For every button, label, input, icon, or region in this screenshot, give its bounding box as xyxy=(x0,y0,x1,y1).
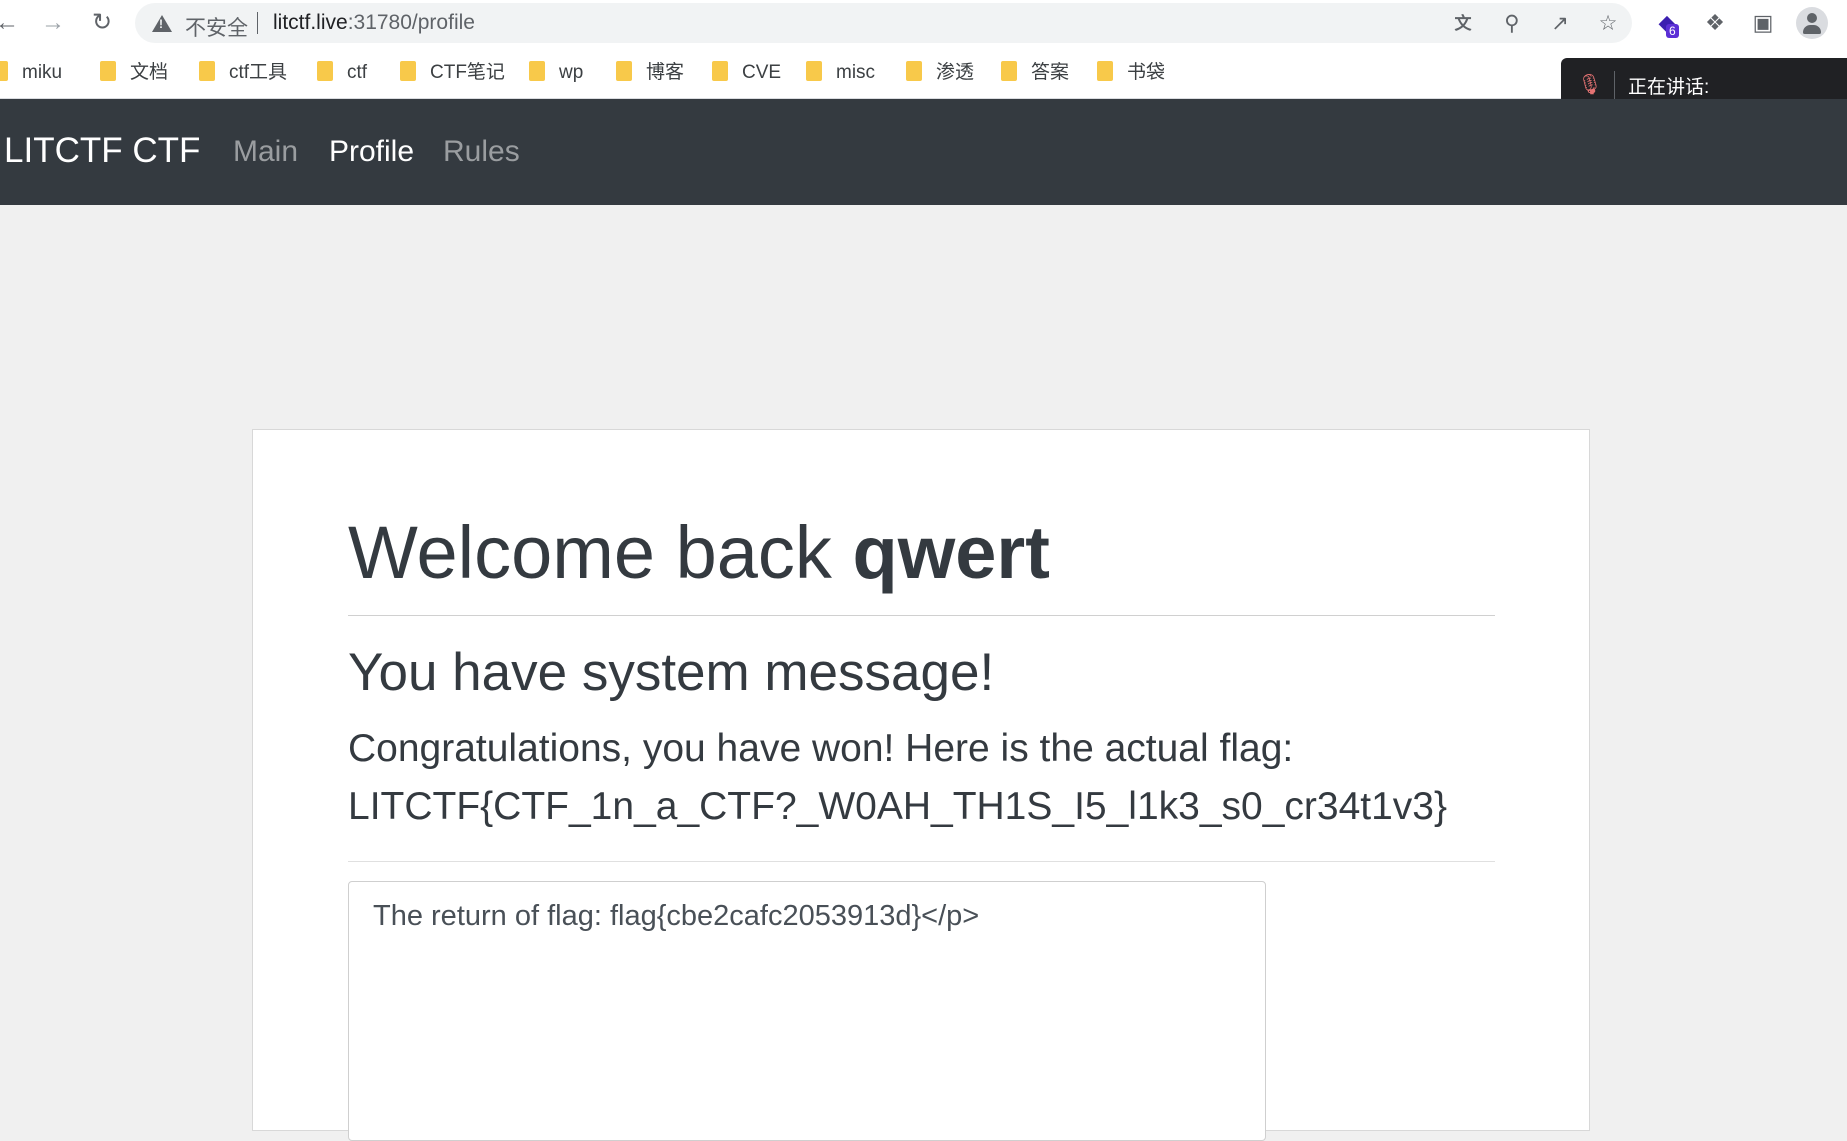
profile-avatar-icon[interactable] xyxy=(1796,7,1828,39)
reload-icon[interactable]: ↻ xyxy=(87,8,117,38)
profile-card: Welcome back qwert You have system messa… xyxy=(252,429,1590,1141)
side-panel-icon[interactable]: ▣ xyxy=(1748,8,1778,38)
bookmark-label: ctf工具 xyxy=(229,62,288,83)
not-secure-icon[interactable] xyxy=(152,15,172,32)
url-text[interactable]: litctf.live:31780/profile xyxy=(273,11,475,35)
share-icon[interactable]: ↗ xyxy=(1547,11,1573,37)
folder-icon xyxy=(199,60,215,81)
brand-link[interactable]: LITCTF CTF xyxy=(4,131,200,171)
zoom-icon[interactable]: ⚲ xyxy=(1499,11,1525,37)
congrats-message: Congratulations, you have won! Here is t… xyxy=(348,720,1498,836)
bookmark-label: wp xyxy=(559,62,584,83)
bookmark-label: 答案 xyxy=(1031,62,1070,83)
bookmark-label: misc xyxy=(836,62,876,83)
bookmark-label: CTF笔记 xyxy=(430,62,505,83)
username: qwert xyxy=(852,511,1050,594)
bookmark-answers[interactable]: 答案 xyxy=(1001,60,1069,86)
url-host: litctf.live xyxy=(273,11,348,34)
bookmark-star-icon[interactable]: ☆ xyxy=(1595,11,1621,37)
popup-divider xyxy=(1614,71,1615,99)
bookmark-ctf-tools[interactable]: ctf工具 xyxy=(199,60,287,86)
bookmark-label: CVE xyxy=(742,62,782,83)
divider xyxy=(348,615,1495,616)
not-secure-label[interactable]: 不安全 xyxy=(185,12,248,42)
forward-icon[interactable]: → xyxy=(38,8,68,38)
speaking-label: 正在讲话: xyxy=(1628,77,1710,98)
folder-icon xyxy=(616,60,632,81)
bookmark-pentest[interactable]: 渗透 xyxy=(906,60,974,86)
bookmark-label: miku xyxy=(22,62,63,83)
folder-icon xyxy=(1097,60,1113,81)
bookmark-label: 博客 xyxy=(646,62,685,83)
extension-badge: 6 xyxy=(1666,24,1679,38)
nav-link-main[interactable]: Main xyxy=(233,135,298,169)
url-path: :31780/profile xyxy=(347,11,475,34)
folder-icon xyxy=(529,60,545,81)
folder-icon xyxy=(100,60,116,81)
bookmark-docs[interactable]: 文档 xyxy=(100,60,168,86)
folder-icon xyxy=(400,60,416,81)
message-textarea[interactable]: The return of flag: flag{cbe2cafc2053913… xyxy=(348,881,1266,1141)
bookmark-label: 书袋 xyxy=(1127,62,1166,83)
welcome-heading: Welcome back qwert xyxy=(348,510,1050,595)
site-navbar: LITCTF CTF Main Profile Rules xyxy=(0,99,1847,205)
bookmark-miku[interactable]: miku xyxy=(0,60,62,86)
extension-icon[interactable]: ◆ 6 xyxy=(1652,8,1682,38)
address-divider xyxy=(257,12,258,34)
bookmark-blog[interactable]: 博客 xyxy=(616,60,684,86)
address-bar[interactable]: 不安全 litctf.live:31780/profile 文 ⚲ ↗ ☆ xyxy=(135,3,1632,43)
translate-icon[interactable]: 文 xyxy=(1450,11,1476,37)
extensions-puzzle-icon[interactable]: ❖ xyxy=(1700,8,1730,38)
back-icon[interactable]: ← xyxy=(0,8,22,38)
bookmark-ctf-notes[interactable]: CTF笔记 xyxy=(400,60,505,86)
folder-icon xyxy=(1001,60,1017,81)
mic-muted-icon[interactable]: 🎙 xyxy=(1577,72,1603,98)
bookmark-label: 文档 xyxy=(130,62,169,83)
folder-icon xyxy=(806,60,822,81)
bookmark-misc[interactable]: misc xyxy=(806,60,875,86)
divider xyxy=(348,861,1495,862)
folder-icon xyxy=(712,60,728,81)
bookmark-wp[interactable]: wp xyxy=(529,60,583,86)
bookmark-label: 渗透 xyxy=(936,62,975,83)
browser-toolbar: ← → ↻ 不安全 litctf.live:31780/profile 文 ⚲ … xyxy=(0,0,1847,46)
bookmark-label: ctf xyxy=(347,62,368,83)
folder-icon xyxy=(906,60,922,81)
system-message-heading: You have system message! xyxy=(348,643,995,702)
nav-link-profile[interactable]: Profile xyxy=(329,135,414,169)
bookmark-ctf[interactable]: ctf xyxy=(317,60,367,86)
welcome-prefix: Welcome back xyxy=(348,511,853,594)
folder-icon xyxy=(0,60,8,81)
nav-link-rules[interactable]: Rules xyxy=(443,135,520,169)
congrats-line: Congratulations, you have won! Here is t… xyxy=(348,727,1294,770)
folder-icon xyxy=(317,60,333,81)
flag-text: LITCTF{CTF_1n_a_CTF?_W0AH_TH1S_I5_l1k3_s… xyxy=(348,785,1448,828)
bookmark-cve[interactable]: CVE xyxy=(712,60,781,86)
bookmark-bookbag[interactable]: 书袋 xyxy=(1097,60,1165,86)
